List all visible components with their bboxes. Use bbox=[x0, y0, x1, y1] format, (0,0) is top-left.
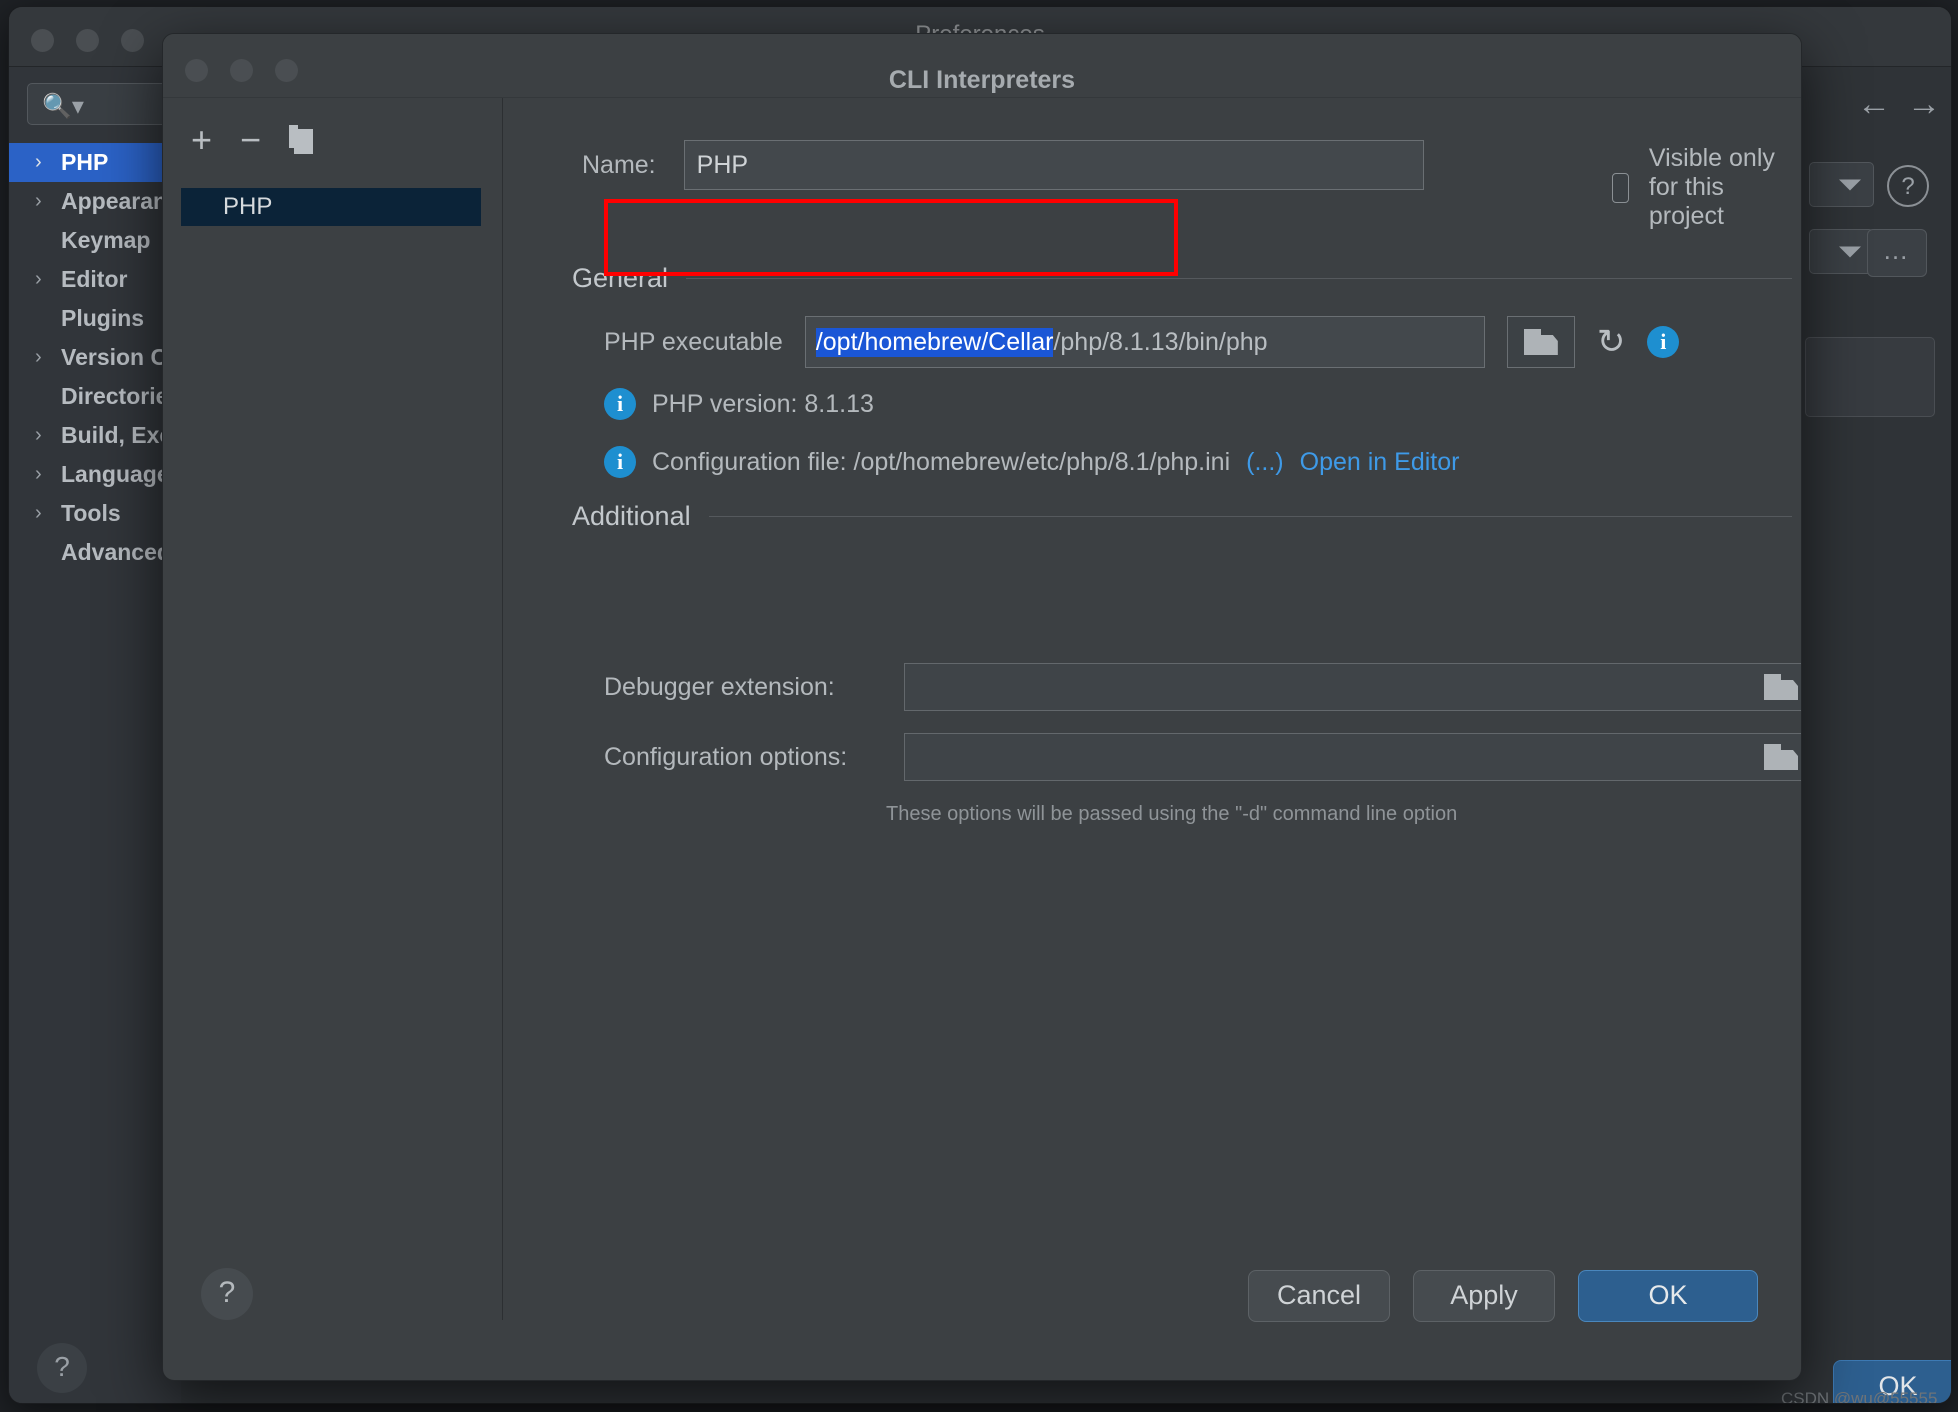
chevron-down-icon bbox=[1839, 179, 1861, 190]
visible-only-checkbox[interactable] bbox=[1612, 173, 1629, 203]
sidebar-item-php[interactable]: › PHP bbox=[9, 143, 181, 182]
sidebar-item-tools[interactable]: › Tools bbox=[9, 494, 181, 533]
sidebar-item-label: Keymap bbox=[61, 227, 150, 253]
name-input[interactable]: PHP bbox=[684, 140, 1424, 190]
folder-icon[interactable] bbox=[1764, 744, 1798, 770]
sidebar-item-editor[interactable]: › Editor bbox=[9, 260, 181, 299]
general-section-label: General bbox=[572, 263, 668, 294]
chevron-right-icon[interactable]: › bbox=[35, 416, 42, 455]
preferences-help-button[interactable]: ? bbox=[37, 1343, 87, 1393]
configuration-options-hint: These options will be passed using the "… bbox=[886, 803, 1457, 826]
chevron-right-icon[interactable]: › bbox=[35, 143, 42, 182]
sidebar-item-plugins[interactable]: Plugins bbox=[9, 299, 181, 338]
settings-nav-list: › PHP › Appearance & Behavior Keymap › E… bbox=[9, 143, 181, 572]
configuration-options-input[interactable] bbox=[904, 733, 1802, 781]
more-options-button[interactable]: … bbox=[1867, 229, 1927, 277]
configuration-options-label: Configuration options: bbox=[604, 743, 882, 772]
copy-icon-sheet bbox=[294, 129, 313, 154]
folder-icon[interactable] bbox=[1764, 674, 1798, 700]
folder-icon bbox=[1524, 329, 1558, 355]
sidebar-item-keymap[interactable]: Keymap bbox=[9, 221, 181, 260]
browse-php-executable-button[interactable] bbox=[1507, 316, 1575, 368]
ok-button[interactable]: OK bbox=[1578, 1270, 1758, 1322]
debugger-extension-row: Debugger extension: bbox=[604, 663, 1802, 711]
watermark: CSDN @wu@55555 bbox=[1781, 1389, 1937, 1404]
php-executable-label: PHP executable bbox=[604, 328, 783, 357]
list-item[interactable]: PHP bbox=[181, 188, 481, 226]
chevron-down-icon bbox=[1839, 246, 1861, 257]
copy-interpreter-button[interactable] bbox=[289, 125, 315, 155]
info-icon: i bbox=[604, 446, 636, 478]
back-arrow-icon[interactable]: ← bbox=[1857, 85, 1891, 124]
background-panel-stub bbox=[1805, 337, 1935, 417]
interpreter-details-pane: Name: PHP Visible only for this project … bbox=[504, 98, 1802, 1320]
dialog-help-button[interactable]: ? bbox=[201, 1268, 253, 1320]
divider bbox=[686, 278, 1792, 279]
chevron-right-icon[interactable]: › bbox=[35, 182, 42, 221]
divider bbox=[709, 516, 1792, 517]
general-section-header: General bbox=[572, 263, 1792, 294]
sidebar-item-label: Tools bbox=[61, 500, 121, 526]
name-row: Name: PHP bbox=[582, 140, 1424, 190]
remove-interpreter-button[interactable]: − bbox=[240, 122, 261, 158]
apply-button[interactable]: Apply bbox=[1413, 1270, 1555, 1322]
refresh-icon[interactable]: ↻ bbox=[1597, 322, 1626, 362]
preferences-sidebar: 🔍▾ › PHP › Appearance & Behavior Keymap … bbox=[9, 67, 181, 1404]
context-help-icon[interactable]: ? bbox=[1887, 165, 1929, 207]
configuration-file-text: Configuration file: /opt/homebrew/etc/ph… bbox=[652, 448, 1230, 477]
sidebar-item-advanced-settings[interactable]: Advanced Settings bbox=[9, 533, 181, 572]
open-in-editor-link[interactable]: Open in Editor bbox=[1300, 448, 1460, 477]
chevron-right-icon[interactable]: › bbox=[35, 494, 42, 533]
chevron-right-icon[interactable]: › bbox=[35, 338, 42, 377]
interpreter-dropdown[interactable] bbox=[1809, 162, 1874, 207]
cancel-button[interactable]: Cancel bbox=[1248, 1270, 1390, 1322]
dialog-title: CLI Interpreters bbox=[163, 66, 1801, 95]
php-version-row: i PHP version: 8.1.13 bbox=[604, 388, 874, 420]
php-executable-rest-text: /php/8.1.13/bin/php bbox=[1053, 328, 1267, 357]
interpreter-list-toolbar: + − bbox=[191, 122, 315, 158]
sidebar-item-languages-frameworks[interactable]: › Languages & Frameworks bbox=[9, 455, 181, 494]
chevron-right-icon[interactable]: › bbox=[35, 455, 42, 494]
debugger-extension-input[interactable] bbox=[904, 663, 1802, 711]
dialog-footer: ? Cancel Apply OK bbox=[163, 1318, 1801, 1380]
sidebar-item-label: Plugins bbox=[61, 305, 144, 331]
configuration-options-row: Configuration options: bbox=[604, 733, 1802, 781]
visible-only-label: Visible only for this project bbox=[1649, 144, 1802, 231]
sidebar-item-label: Editor bbox=[61, 266, 127, 292]
debugger-extension-label: Debugger extension: bbox=[604, 673, 882, 702]
php-executable-input[interactable]: /opt/homebrew/Cellar/php/8.1.13/bin/php bbox=[805, 316, 1485, 368]
additional-section-label: Additional bbox=[572, 501, 691, 532]
php-executable-selected-text: /opt/homebrew/Cellar bbox=[816, 328, 1054, 357]
search-icon: 🔍▾ bbox=[42, 92, 84, 121]
configuration-file-ellipsis[interactable]: (...) bbox=[1246, 448, 1284, 477]
interpreter-list-pane: + − PHP bbox=[163, 98, 503, 1320]
add-interpreter-button[interactable]: + bbox=[191, 122, 212, 158]
configuration-file-row: i Configuration file: /opt/homebrew/etc/… bbox=[604, 446, 1459, 478]
sidebar-item-appearance[interactable]: › Appearance & Behavior bbox=[9, 182, 181, 221]
cli-interpreters-dialog: CLI Interpreters + − PHP Name: PHP Visib… bbox=[162, 33, 1802, 1381]
php-version-text: PHP version: 8.1.13 bbox=[652, 390, 874, 419]
secondary-dropdown[interactable] bbox=[1809, 229, 1874, 274]
sidebar-item-version-control[interactable]: › Version Control bbox=[9, 338, 181, 377]
chevron-right-icon[interactable]: › bbox=[35, 260, 42, 299]
php-executable-row: PHP executable /opt/homebrew/Cellar/php/… bbox=[604, 316, 1679, 368]
info-icon: i bbox=[604, 388, 636, 420]
visible-only-checkbox-row[interactable]: Visible only for this project bbox=[1612, 144, 1802, 231]
dialog-titlebar: CLI Interpreters bbox=[163, 34, 1801, 98]
forward-arrow-icon[interactable]: → bbox=[1907, 85, 1941, 124]
sidebar-item-build-execution-deployment[interactable]: › Build, Execution, Deployment bbox=[9, 416, 181, 455]
additional-section-header: Additional bbox=[572, 501, 1792, 532]
sidebar-item-directories[interactable]: Directories bbox=[9, 377, 181, 416]
name-label: Name: bbox=[582, 151, 656, 180]
info-icon[interactable]: i bbox=[1647, 326, 1679, 358]
sidebar-item-label: PHP bbox=[61, 149, 108, 175]
